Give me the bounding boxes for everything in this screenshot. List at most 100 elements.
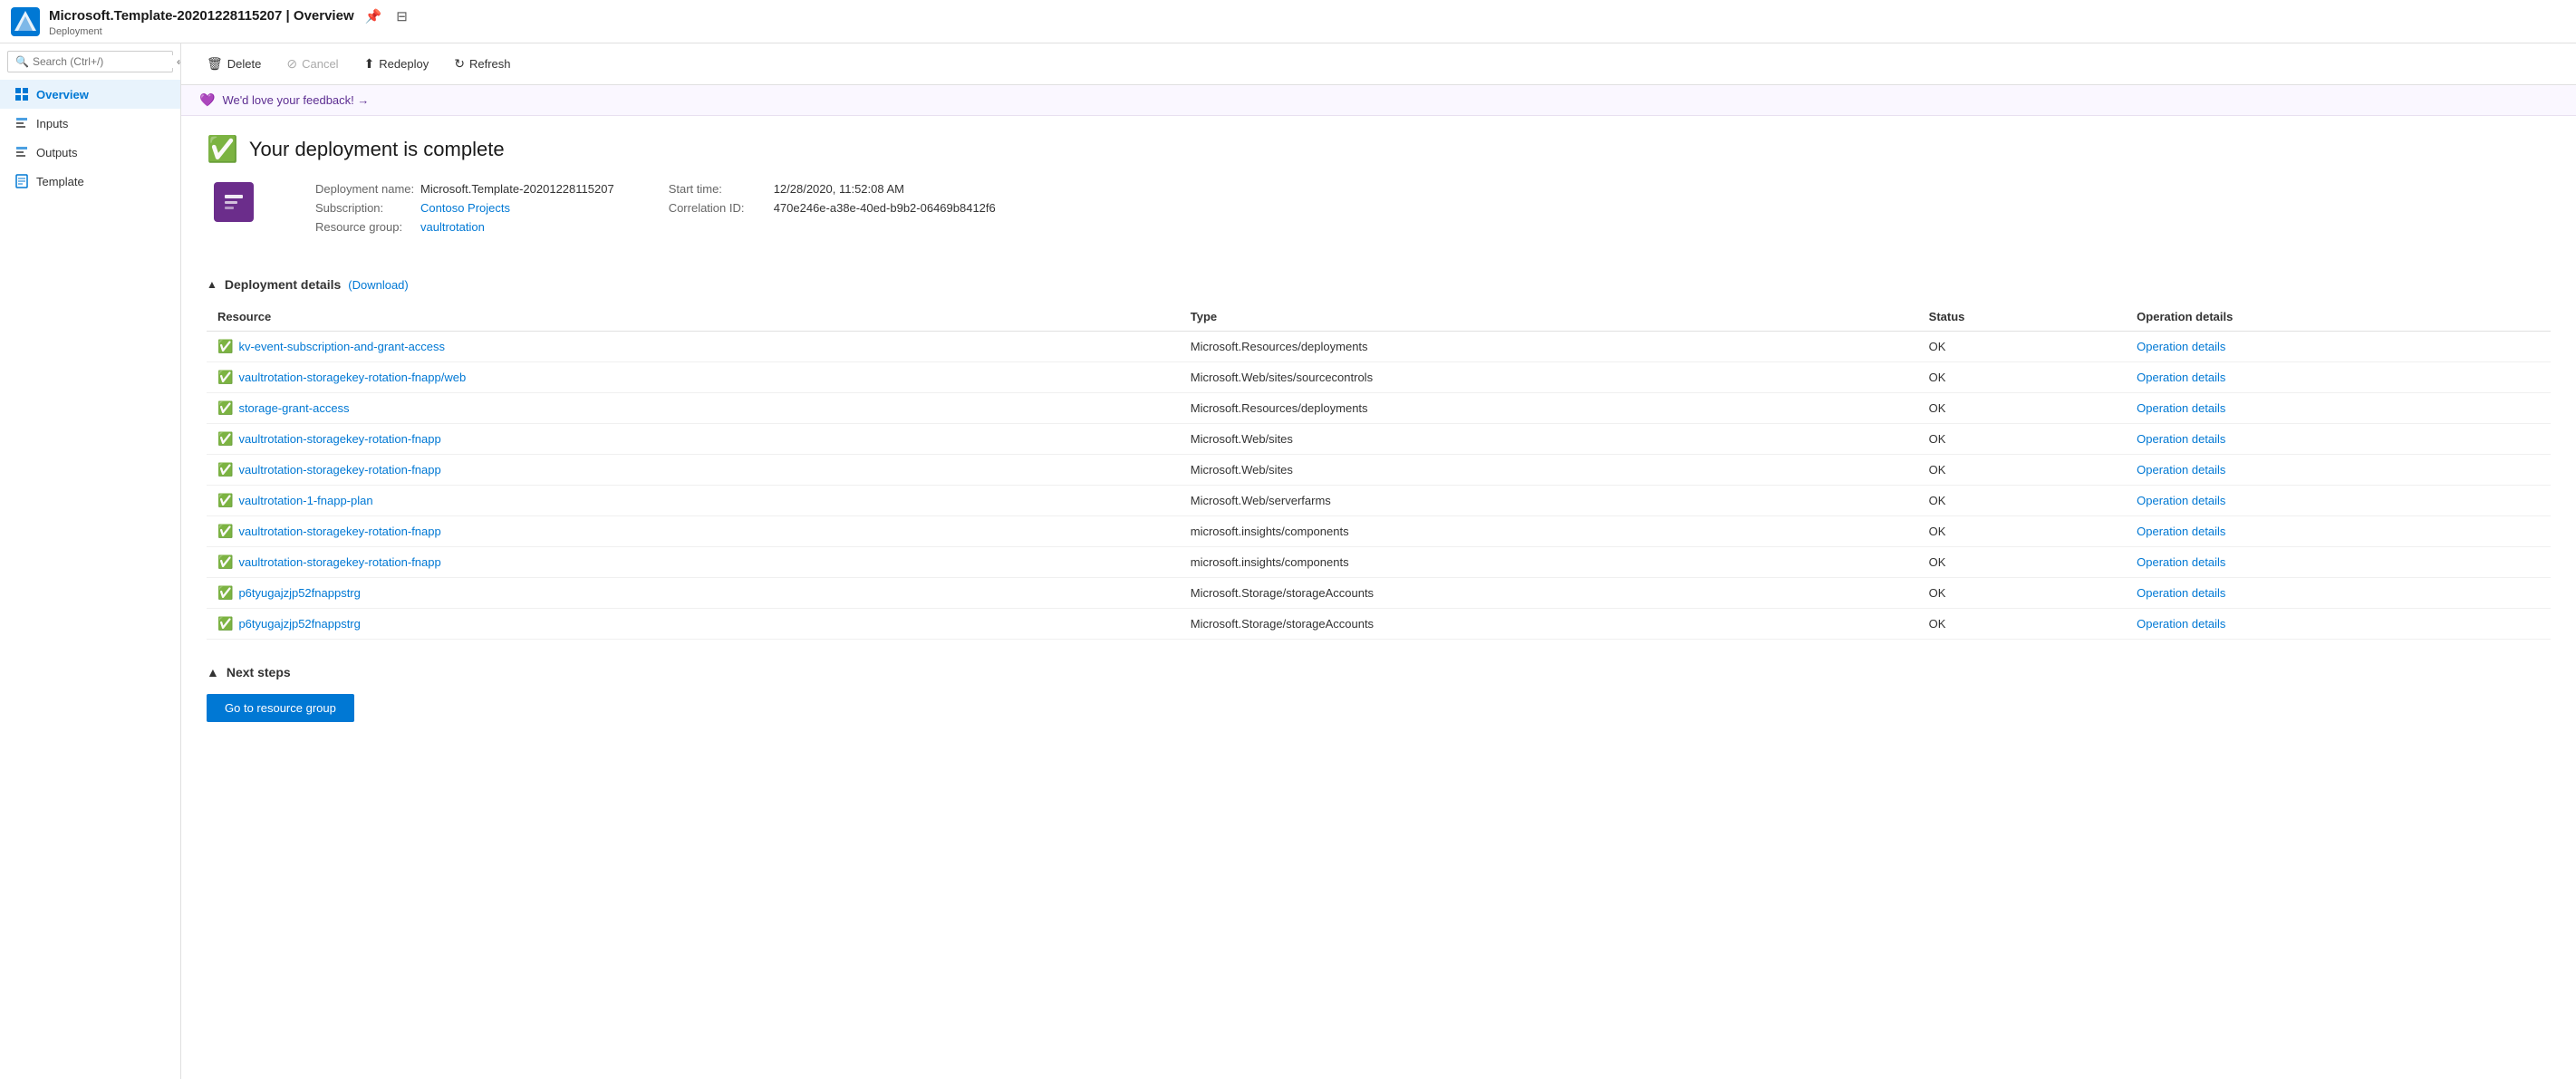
table-row: ✅ vaultrotation-storagekey-rotation-fnap… — [207, 516, 2551, 547]
resource-table: Resource Type Status Operation details ✅… — [207, 303, 2551, 640]
deploy-svg-icon — [221, 189, 246, 215]
op-link-6[interactable]: Operation details — [2137, 525, 2225, 538]
template-icon — [14, 174, 29, 188]
search-icon: 🔍 — [15, 55, 29, 68]
deployment-name-row: Deployment name: Microsoft.Template-2020… — [315, 182, 614, 196]
search-input[interactable] — [33, 55, 173, 68]
table-row: ✅ p6tyugajzjp52fnappstrg Microsoft.Stora… — [207, 609, 2551, 640]
subscription-link[interactable]: Contoso Projects — [420, 201, 510, 215]
op-link-8[interactable]: Operation details — [2137, 586, 2225, 600]
search-box[interactable]: 🔍 « — [7, 51, 173, 72]
resource-link-3[interactable]: vaultrotation-storagekey-rotation-fnapp — [238, 432, 440, 446]
start-time-row: Start time: 12/28/2020, 11:52:08 AM — [669, 182, 996, 196]
op-link-2[interactable]: Operation details — [2137, 401, 2225, 415]
table-row: ✅ vaultrotation-storagekey-rotation-fnap… — [207, 547, 2551, 578]
op-cell-9: Operation details — [2126, 609, 2551, 640]
status-cell-1: OK — [1918, 362, 2126, 393]
delete-icon: 🗑 — [207, 56, 223, 72]
type-cell-1: Microsoft.Web/sites/sourcecontrols — [1180, 362, 1918, 393]
content-area: 🗑 Delete ⊘ Cancel ⬆ Redeploy ↻ Refresh 💜… — [181, 43, 2576, 1079]
resource-link-6[interactable]: vaultrotation-storagekey-rotation-fnapp — [238, 525, 440, 538]
subscription-row: Subscription: Contoso Projects — [315, 201, 614, 215]
table-row: ✅ p6tyugajzjp52fnappstrg Microsoft.Stora… — [207, 578, 2551, 609]
table-row: ✅ storage-grant-access Microsoft.Resourc… — [207, 393, 2551, 424]
resource-link-7[interactable]: vaultrotation-storagekey-rotation-fnapp — [238, 555, 440, 569]
next-steps-header[interactable]: ▲ Next steps — [207, 665, 2551, 679]
deployment-name-value: Microsoft.Template-20201228115207 — [420, 182, 614, 196]
resource-cell-7: ✅ vaultrotation-storagekey-rotation-fnap… — [207, 547, 1180, 578]
status-cell-9: OK — [1918, 609, 2126, 640]
resource-cell-3: ✅ vaultrotation-storagekey-rotation-fnap… — [207, 424, 1180, 455]
feedback-icon: 💜 — [199, 92, 215, 108]
print-button[interactable]: ⊟ — [392, 6, 411, 26]
type-cell-7: microsoft.insights/components — [1180, 547, 1918, 578]
start-time-value: 12/28/2020, 11:52:08 AM — [774, 182, 904, 196]
status-cell-4: OK — [1918, 455, 2126, 486]
type-cell-3: Microsoft.Web/sites — [1180, 424, 1918, 455]
table-row: ✅ vaultrotation-storagekey-rotation-fnap… — [207, 362, 2551, 393]
cancel-button[interactable]: ⊘ Cancel — [275, 51, 349, 77]
resource-cell-4: ✅ vaultrotation-storagekey-rotation-fnap… — [207, 455, 1180, 486]
sidebar-item-outputs[interactable]: Outputs — [0, 138, 180, 167]
op-cell-3: Operation details — [2126, 424, 2551, 455]
deployment-header: ✅ Your deployment is complete — [207, 134, 2551, 164]
resource-link-9[interactable]: p6tyugajzjp52fnappstrg — [238, 617, 360, 631]
op-cell-2: Operation details — [2126, 393, 2551, 424]
status-cell-7: OK — [1918, 547, 2126, 578]
type-cell-2: Microsoft.Resources/deployments — [1180, 393, 1918, 424]
op-link-4[interactable]: Operation details — [2137, 463, 2225, 477]
refresh-button[interactable]: ↻ Refresh — [443, 51, 521, 77]
go-to-resource-group-button[interactable]: Go to resource group — [207, 694, 354, 722]
op-link-9[interactable]: Operation details — [2137, 617, 2225, 631]
top-bar: Microsoft.Template-20201228115207 | Over… — [0, 0, 2576, 43]
op-cell-8: Operation details — [2126, 578, 2551, 609]
op-link-0[interactable]: Operation details — [2137, 340, 2225, 353]
main-layout: 🔍 « Overview Inputs — [0, 43, 2576, 1079]
resource-link-1[interactable]: vaultrotation-storagekey-rotation-fnapp/… — [238, 371, 466, 384]
op-link-3[interactable]: Operation details — [2137, 432, 2225, 446]
info-col-right: Start time: 12/28/2020, 11:52:08 AM Corr… — [669, 182, 996, 234]
page-title: Microsoft.Template-20201228115207 | Over… — [49, 6, 411, 26]
type-cell-4: Microsoft.Web/sites — [1180, 455, 1918, 486]
type-cell-6: microsoft.insights/components — [1180, 516, 1918, 547]
status-cell-6: OK — [1918, 516, 2126, 547]
table-row: ✅ vaultrotation-1-fnapp-plan Microsoft.W… — [207, 486, 2551, 516]
type-cell-9: Microsoft.Storage/storageAccounts — [1180, 609, 1918, 640]
feedback-text[interactable]: We'd love your feedback! → — [222, 93, 369, 107]
resource-group-link[interactable]: vaultrotation — [420, 220, 485, 234]
inputs-icon — [14, 116, 29, 130]
op-link-7[interactable]: Operation details — [2137, 555, 2225, 569]
resource-link-2[interactable]: storage-grant-access — [238, 401, 349, 415]
resource-link-5[interactable]: vaultrotation-1-fnapp-plan — [238, 494, 372, 507]
pin-button[interactable]: 📌 — [362, 6, 386, 26]
sidebar-item-overview[interactable]: Overview — [0, 80, 180, 109]
type-cell-0: Microsoft.Resources/deployments — [1180, 332, 1918, 362]
azure-logo — [11, 7, 40, 36]
op-link-5[interactable]: Operation details — [2137, 494, 2225, 507]
deployment-status-title: Your deployment is complete — [249, 138, 505, 161]
status-cell-3: OK — [1918, 424, 2126, 455]
op-link-1[interactable]: Operation details — [2137, 371, 2225, 384]
outputs-icon — [14, 145, 29, 159]
deployment-details-header[interactable]: ▲ Deployment details (Download) — [207, 277, 2551, 292]
sidebar-item-template[interactable]: Template — [0, 167, 180, 196]
col-operation: Operation details — [2126, 303, 2551, 332]
download-link[interactable]: (Download) — [348, 278, 408, 292]
section-label: Deployment details — [225, 277, 341, 292]
op-cell-7: Operation details — [2126, 547, 2551, 578]
table-body: ✅ kv-event-subscription-and-grant-access… — [207, 332, 2551, 640]
row-success-icon: ✅ — [217, 431, 233, 447]
table-row: ✅ kv-event-subscription-and-grant-access… — [207, 332, 2551, 362]
redeploy-button[interactable]: ⬆ Redeploy — [353, 51, 440, 77]
row-success-icon: ✅ — [217, 400, 233, 416]
resource-link-4[interactable]: vaultrotation-storagekey-rotation-fnapp — [238, 463, 440, 477]
feedback-banner: 💜 We'd love your feedback! → — [181, 85, 2576, 116]
delete-button[interactable]: 🗑 Delete — [196, 51, 272, 77]
resource-link-0[interactable]: kv-event-subscription-and-grant-access — [238, 340, 445, 353]
op-cell-5: Operation details — [2126, 486, 2551, 516]
sidebar-item-inputs[interactable]: Inputs — [0, 109, 180, 138]
collapse-button[interactable]: « — [173, 55, 181, 68]
success-icon: ✅ — [207, 134, 238, 164]
resource-link-8[interactable]: p6tyugajzjp52fnappstrg — [238, 586, 360, 600]
deployment-icon — [214, 182, 254, 222]
